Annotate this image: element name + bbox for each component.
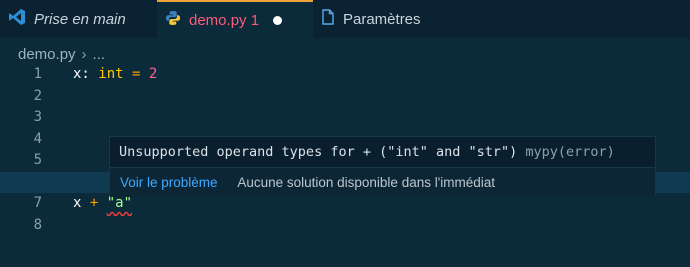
file-icon bbox=[321, 9, 335, 29]
code-line[interactable] bbox=[73, 107, 690, 129]
line-number: 7 bbox=[33, 195, 42, 211]
line-number: 5 bbox=[33, 152, 42, 168]
breadcrumb: demo.py › ... bbox=[18, 44, 105, 64]
breadcrumb-more[interactable]: ... bbox=[93, 46, 106, 63]
code-line[interactable] bbox=[73, 86, 690, 108]
line-number: 2 bbox=[33, 87, 42, 104]
error-source: mypy(error) bbox=[525, 144, 615, 160]
vscode-logo-icon bbox=[8, 8, 26, 30]
view-problem-link[interactable]: Voir le problème bbox=[120, 175, 218, 190]
tab-bar: Prise en main demo.py 1 Paramètres bbox=[0, 0, 690, 38]
line-number: 4 bbox=[33, 130, 42, 147]
no-quick-fix-text: Aucune solution disponible dans l'immédi… bbox=[237, 175, 496, 190]
tab-label: Paramètres bbox=[343, 10, 421, 28]
python-icon bbox=[165, 10, 181, 30]
diagnostic-hover-popup: Unsupported operand types for + ("int" a… bbox=[109, 136, 656, 197]
tab-prise-en-main[interactable]: Prise en main bbox=[0, 0, 157, 38]
unsaved-dot-icon[interactable] bbox=[273, 15, 283, 25]
hover-actions: Voir le problème Aucune solution disponi… bbox=[110, 167, 655, 197]
diagnostic-message: Unsupported operand types for + ("int" a… bbox=[110, 137, 655, 167]
breadcrumb-file[interactable]: demo.py bbox=[18, 46, 76, 63]
error-text: Unsupported operand types for + ("int" a… bbox=[119, 144, 518, 160]
tab-demo-py[interactable]: demo.py 1 bbox=[157, 0, 313, 38]
line-number-gutter: 1 2 3 4 5 6 7 8 bbox=[0, 64, 60, 236]
tab-label: Prise en main bbox=[34, 10, 126, 28]
code-line[interactable]: x: int = 2 bbox=[73, 64, 690, 86]
line-number: 3 bbox=[33, 109, 42, 125]
chevron-right-icon: › bbox=[81, 45, 87, 63]
code-line[interactable] bbox=[73, 215, 690, 237]
error-squiggle: "a" bbox=[106, 195, 133, 211]
line-number: 8 bbox=[33, 216, 42, 233]
tab-parametres[interactable]: Paramètres bbox=[313, 0, 473, 38]
tab-label: demo.py 1 bbox=[189, 11, 260, 29]
line-number: 1 bbox=[33, 66, 42, 82]
